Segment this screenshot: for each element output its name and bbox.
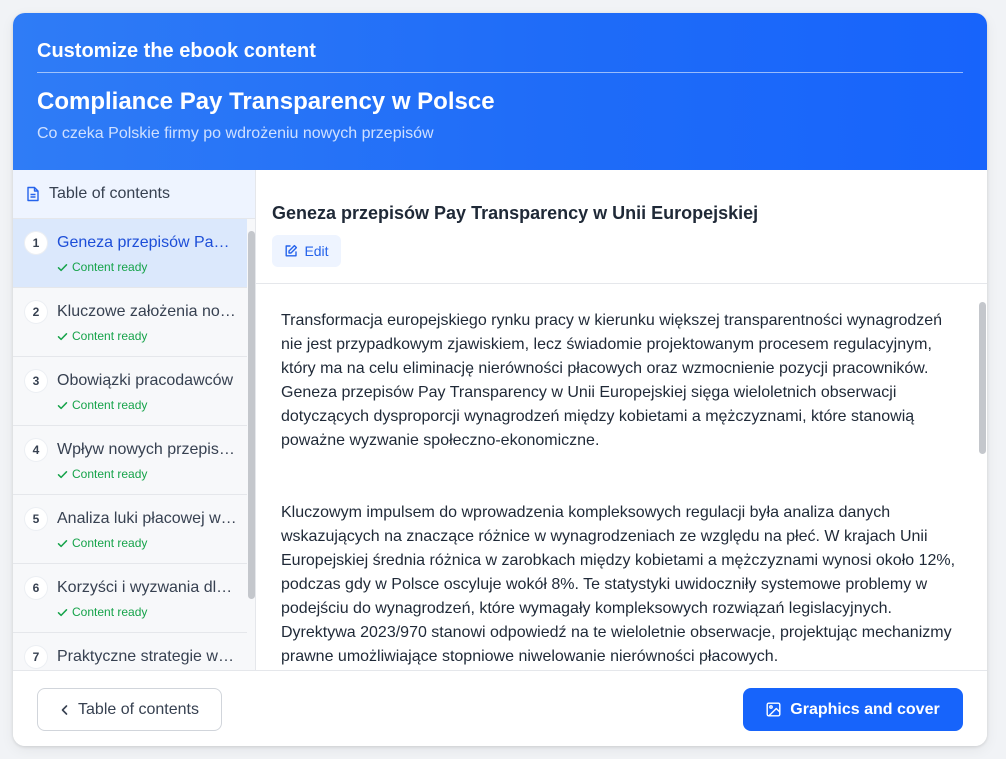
ebook-customizer-card: Customize the ebook content Compliance P… (13, 13, 987, 746)
toc-item-6[interactable]: 6 Korzyści i wyzwania dla firm Content r… (13, 564, 247, 633)
document-icon (26, 186, 40, 202)
toc-item-status-label: Content ready (72, 329, 148, 343)
header: Customize the ebook content Compliance P… (13, 13, 987, 170)
content-body[interactable]: Transformacja europejskiego rynku pracy … (256, 284, 987, 670)
toc-item-status: Content ready (57, 260, 147, 274)
toc-item-number: 3 (25, 370, 47, 392)
edit-button[interactable]: Edit (272, 235, 341, 267)
content-panel: Geneza przepisów Pay Transparency w Unii… (256, 170, 987, 670)
toc-item-status-label: Content ready (72, 536, 148, 550)
toc-item-label: Wpływ nowych przepisów (57, 441, 237, 458)
back-to-toc-button[interactable]: Table of contents (37, 688, 222, 731)
toc-item-status-label: Content ready (72, 260, 148, 274)
edit-button-label: Edit (304, 243, 329, 259)
graphics-and-cover-button[interactable]: Graphics and cover (743, 688, 963, 731)
back-button-label: Table of contents (78, 700, 199, 718)
toc-item-status: Content ready (57, 605, 147, 619)
content-paragraph: Transformacja europejskiego rynku pracy … (281, 312, 943, 449)
toc-item-status-label: Content ready (72, 467, 148, 481)
toc-item-label: Obowiązki pracodawców (57, 372, 234, 389)
toc-item-1[interactable]: 1 Geneza przepisów Pay Transparency w Un… (13, 219, 247, 288)
toc-item-number: 1 (25, 232, 47, 254)
check-icon (57, 469, 68, 480)
check-icon (57, 607, 68, 618)
toc-item-number: 4 (25, 439, 47, 461)
toc-item-status: Content ready (57, 329, 147, 343)
toc-item-3[interactable]: 3 Obowiązki pracodawców Content ready (13, 357, 247, 426)
toc-item-label: Geneza przepisów Pay Transparency w Unii… (57, 234, 237, 251)
check-icon (57, 538, 68, 549)
check-icon (57, 262, 68, 273)
toc-item-number: 6 (25, 577, 47, 599)
chevron-left-icon (60, 704, 70, 716)
toc-item-2[interactable]: 2 Kluczowe założenia nowych przepisów Co… (13, 288, 247, 357)
toc-item-label: Praktyczne strategie wdrożenia (57, 648, 237, 665)
toc-item-status: Content ready (57, 467, 147, 481)
footer: Table of contents Graphics and cover (13, 670, 987, 746)
toc-item-5[interactable]: 5 Analiza luki płacowej w Polsce Content… (13, 495, 247, 564)
section-title: Geneza przepisów Pay Transparency w Unii… (272, 203, 759, 223)
toc-item-7[interactable]: 7 Praktyczne strategie wdrożenia (13, 633, 247, 670)
sidebar-scrollbar[interactable] (247, 219, 255, 670)
toc-item-label: Kluczowe założenia nowych przepisów (57, 303, 237, 320)
ebook-title: Compliance Pay Transparency w Polsce (37, 88, 495, 115)
header-overline: Customize the ebook content (37, 40, 316, 62)
edit-icon (284, 244, 298, 258)
toc-item-status-label: Content ready (72, 398, 148, 412)
toc-item-number: 5 (25, 508, 47, 530)
sidebar-heading: Table of contents (13, 170, 255, 219)
sidebar-scrollbar-thumb[interactable] (248, 231, 255, 599)
toc-item-status-label: Content ready (72, 605, 148, 619)
toc-item-number: 7 (25, 646, 47, 668)
check-icon (57, 331, 68, 342)
check-icon (57, 400, 68, 411)
content-paragraph: Kluczowym impulsem do wprowadzenia kompl… (281, 504, 956, 665)
toc-item-4[interactable]: 4 Wpływ nowych przepisów Content ready (13, 426, 247, 495)
header-divider (37, 72, 963, 73)
ebook-subtitle: Co czeka Polskie firmy po wdrożeniu nowy… (37, 125, 434, 142)
toc-list: 1 Geneza przepisów Pay Transparency w Un… (13, 219, 247, 670)
sidebar-heading-label: Table of contents (49, 185, 170, 202)
toc-item-label: Analiza luki płacowej w Polsce (57, 510, 237, 527)
toc-item-number: 2 (25, 301, 47, 323)
toc-item-label: Korzyści i wyzwania dla firm (57, 579, 237, 596)
image-icon (766, 702, 781, 717)
sidebar: Table of contents 1 Geneza przepisów Pay… (13, 170, 256, 670)
toc-item-status: Content ready (57, 398, 147, 412)
content-scrollbar-thumb[interactable] (979, 302, 986, 454)
graphics-button-label: Graphics and cover (790, 700, 940, 718)
content-scrollbar[interactable] (977, 284, 987, 670)
toc-item-status: Content ready (57, 536, 147, 550)
